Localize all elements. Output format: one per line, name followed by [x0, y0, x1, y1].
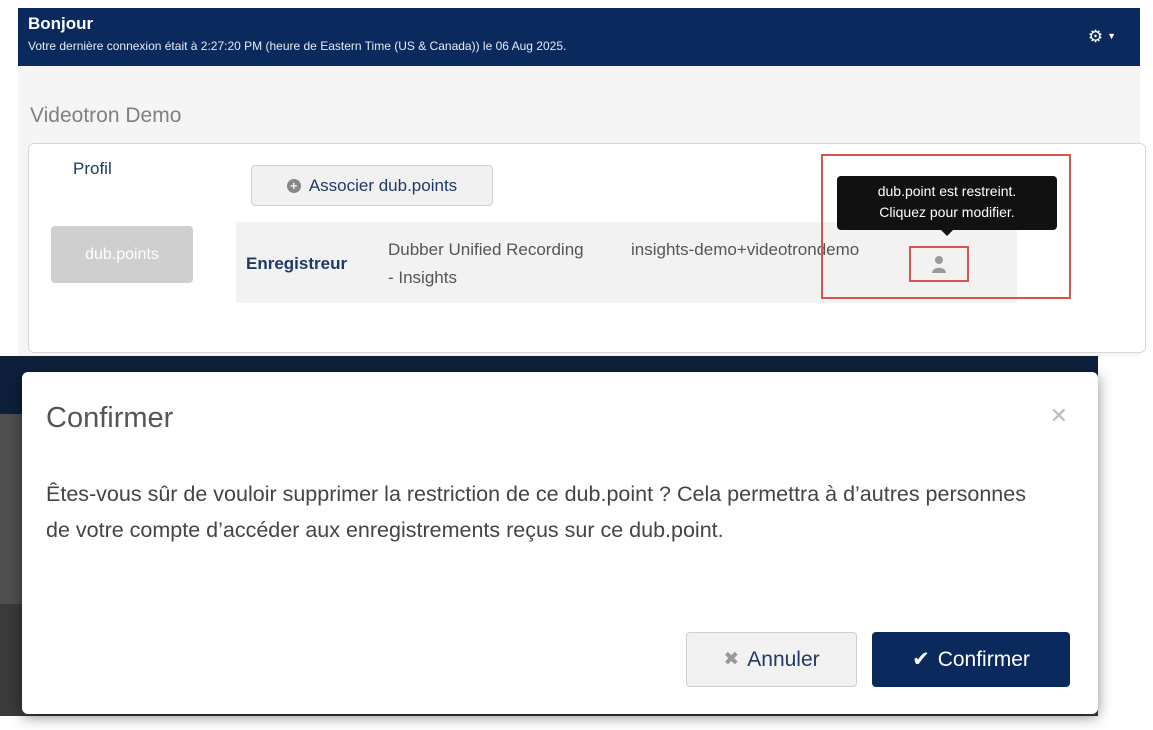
close-icon[interactable]: ✕ [1050, 403, 1068, 429]
top-header: Bonjour Votre dernière connexion était à… [18, 8, 1140, 66]
caret-down-icon: ▼ [1107, 31, 1117, 41]
last-login-text: Votre dernière connexion était à 2:27:20… [28, 39, 567, 53]
associate-button-label: Associer dub.points [308, 175, 458, 195]
settings-menu-button[interactable]: ⚙ ▼ [1078, 20, 1126, 52]
cancel-button[interactable]: ✖ Annuler [686, 632, 857, 687]
confirm-dialog: Confirmer ✕ Êtes-vous sûr de vouloir sup… [22, 372, 1098, 714]
times-icon: ✖ [723, 649, 740, 670]
associate-dubpoints-button[interactable]: + Associer dub.points [251, 165, 493, 206]
greeting: Bonjour [28, 14, 94, 33]
confirm-button-label: Confirmer [937, 647, 1030, 671]
nav-profil-link[interactable]: Profil [73, 159, 112, 179]
cancel-button-label: Annuler [747, 647, 820, 671]
check-icon: ✔ [912, 648, 930, 671]
nav-dubpoints-tab[interactable]: dub.points [51, 226, 193, 283]
gear-icon: ⚙ [1087, 26, 1104, 46]
confirm-button[interactable]: ✔ Confirmer [872, 632, 1070, 687]
plus-circle-icon: + [286, 178, 301, 193]
dialog-title: Confirmer [46, 402, 174, 434]
annotation-highlight [821, 154, 1071, 299]
dubpoint-name: Dubber Unified Recording - Insights [388, 240, 584, 287]
dialog-message: Êtes-vous sûr de vouloir supprimer la re… [46, 482, 1026, 542]
dubpoint-type: Enregistreur [246, 254, 348, 273]
account-title: Videotron Demo [30, 104, 182, 127]
